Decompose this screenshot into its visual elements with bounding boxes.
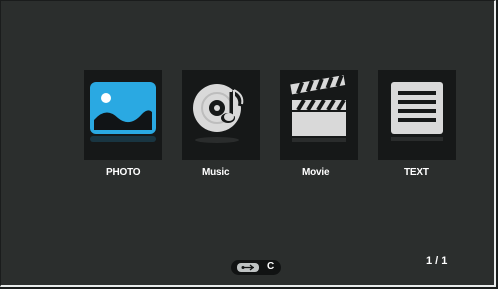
movie-clapper-icon: [290, 74, 346, 142]
menu-label-text: TEXT: [404, 167, 429, 178]
text-document-icon: [391, 82, 443, 141]
drive-letter: C: [267, 261, 275, 272]
menu-item-movie[interactable]: [280, 70, 358, 160]
music-icon: [193, 84, 244, 143]
source-selector[interactable]: C: [231, 260, 281, 275]
menu-label-movie: Movie: [302, 167, 330, 178]
usb-icon: [237, 263, 259, 272]
media-player-screen: PHOTO Music Movie TEXT C 1 / 1: [0, 0, 496, 287]
menu-item-text[interactable]: [378, 70, 456, 160]
photo-icon: [90, 82, 156, 142]
menu-item-music[interactable]: [182, 70, 260, 160]
menu-label-photo: PHOTO: [106, 167, 141, 178]
menu-item-photo[interactable]: [84, 70, 162, 160]
page-indicator: 1 / 1: [426, 255, 448, 267]
menu-label-music: Music: [202, 167, 230, 178]
